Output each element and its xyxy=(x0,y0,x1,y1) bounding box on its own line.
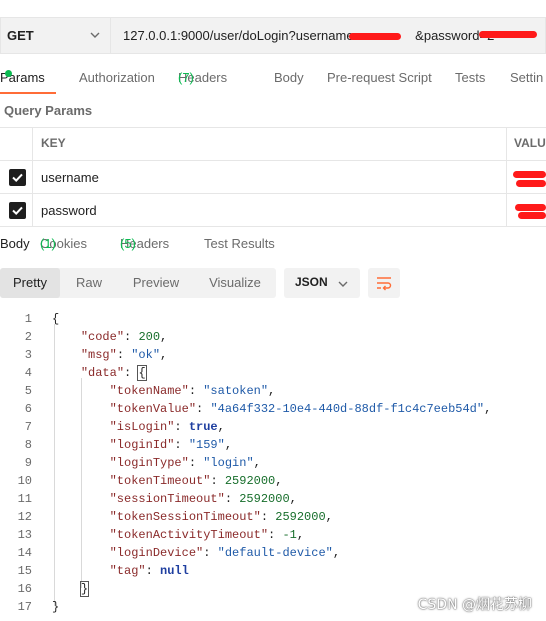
code-line: "tokenSessionTimeout": 2592000, xyxy=(109,510,333,524)
request-url-bar: GET 127.0.0.1:9000/user/doLogin?username… xyxy=(0,17,546,54)
table-border xyxy=(0,160,546,161)
code-line: "loginType": "login", xyxy=(109,456,261,470)
column-header-key: KEY xyxy=(41,136,66,150)
line-number: 5 xyxy=(24,384,32,398)
view-mode-group: Pretty Raw Preview Visualize xyxy=(0,268,276,298)
line-number: 11 xyxy=(17,492,32,506)
line-number: 15 xyxy=(17,564,32,578)
format-select[interactable]: JSON xyxy=(284,268,360,298)
response-body-viewer[interactable]: 1 2 3 4 5 6 7 8 9 10 11 12 13 14 15 16 1… xyxy=(0,310,546,616)
code-line: } xyxy=(52,600,60,614)
code-line: "tokenValue": "4a64f332-10e4-440d-88df-f… xyxy=(109,402,492,416)
tab-response-body[interactable]: Body xyxy=(0,236,30,251)
line-number: 14 xyxy=(17,546,32,560)
line-number: 6 xyxy=(24,402,32,416)
code-line: "tag": null xyxy=(109,564,189,578)
chevron-down-icon xyxy=(90,32,100,38)
watermark: CSDN @烟花苏柳 xyxy=(417,597,532,613)
chevron-down-icon xyxy=(338,281,348,287)
param-key-username[interactable]: username xyxy=(41,170,99,185)
code-line: { xyxy=(52,312,60,326)
param-key-password[interactable]: password xyxy=(41,203,97,218)
checkmark-icon xyxy=(12,206,23,216)
tab-settings[interactable]: Settin xyxy=(510,70,543,85)
wrap-lines-button[interactable] xyxy=(368,268,400,298)
code-line: "loginId": "159", xyxy=(109,438,233,452)
redaction-mark xyxy=(513,171,546,178)
params-active-dot xyxy=(5,70,12,77)
table-border xyxy=(0,127,546,128)
query-params-title: Query Params xyxy=(4,103,93,118)
table-divider xyxy=(506,127,507,226)
url-input[interactable]: 127.0.0.1:9000/user/doLogin?username= &pa… xyxy=(110,17,546,54)
code-line: "sessionTimeout": 2592000, xyxy=(109,492,297,506)
tab-body[interactable]: Body xyxy=(274,70,304,85)
redaction-mark xyxy=(515,204,546,211)
redaction-mark xyxy=(518,212,546,219)
active-tab-underline xyxy=(0,92,56,94)
url-text: 127.0.0.1:9000/user/doLogin?username= &pa… xyxy=(123,28,494,43)
code-line: "tokenActivityTimeout": -1, xyxy=(109,528,305,542)
line-number: 4 xyxy=(24,366,32,380)
response-tabs: Body Cookies (1) Headers (5) Test Result… xyxy=(0,236,275,251)
table-divider xyxy=(32,127,33,226)
view-pretty-button[interactable]: Pretty xyxy=(0,268,60,298)
line-number: 7 xyxy=(24,420,32,434)
code-line: "tokenTimeout": 2592000, xyxy=(109,474,283,488)
redaction-mark xyxy=(479,31,537,38)
line-number: 17 xyxy=(17,600,32,614)
code-line: "isLogin": true, xyxy=(109,420,225,434)
username-checkbox[interactable] xyxy=(9,169,26,186)
tab-tests[interactable]: Tests xyxy=(455,70,485,85)
line-number: 12 xyxy=(17,510,32,524)
view-raw-button[interactable]: Raw xyxy=(60,268,118,298)
tab-test-results[interactable]: Test Results xyxy=(204,236,275,251)
tab-pre-request-script[interactable]: Pre-request Script xyxy=(327,70,432,85)
wrap-lines-icon xyxy=(377,277,392,291)
line-number: 3 xyxy=(24,348,32,362)
line-number: 9 xyxy=(24,456,32,470)
password-checkbox[interactable] xyxy=(9,202,26,219)
table-border xyxy=(0,226,546,227)
line-number: 8 xyxy=(24,438,32,452)
line-number: 13 xyxy=(17,528,32,542)
redaction-mark xyxy=(516,180,546,187)
checkmark-icon xyxy=(12,173,23,183)
column-header-value: VALU xyxy=(514,136,546,150)
code-line: } xyxy=(79,581,90,597)
view-visualize-button[interactable]: Visualize xyxy=(194,268,276,298)
view-preview-button[interactable]: Preview xyxy=(118,268,194,298)
tab-authorization[interactable]: Authorization xyxy=(79,70,155,85)
code-line: "code": 200, xyxy=(80,330,168,344)
code-line: "msg": "ok", xyxy=(80,348,168,362)
code-line: "data": { xyxy=(80,365,147,381)
line-number: 16 xyxy=(17,582,32,596)
method-label: GET xyxy=(7,28,34,43)
method-select[interactable]: GET xyxy=(0,17,110,54)
format-label: JSON xyxy=(295,275,328,289)
request-tabs: Params Authorization Headers (7) Body Pr… xyxy=(0,70,544,85)
line-number: 10 xyxy=(17,474,32,488)
table-border xyxy=(0,193,546,194)
line-number: 2 xyxy=(24,330,32,344)
code-line: "loginDevice": "default-device", xyxy=(109,546,341,560)
line-number: 1 xyxy=(24,312,32,326)
redaction-mark xyxy=(349,33,401,40)
code-line: "tokenName": "satoken", xyxy=(109,384,276,398)
